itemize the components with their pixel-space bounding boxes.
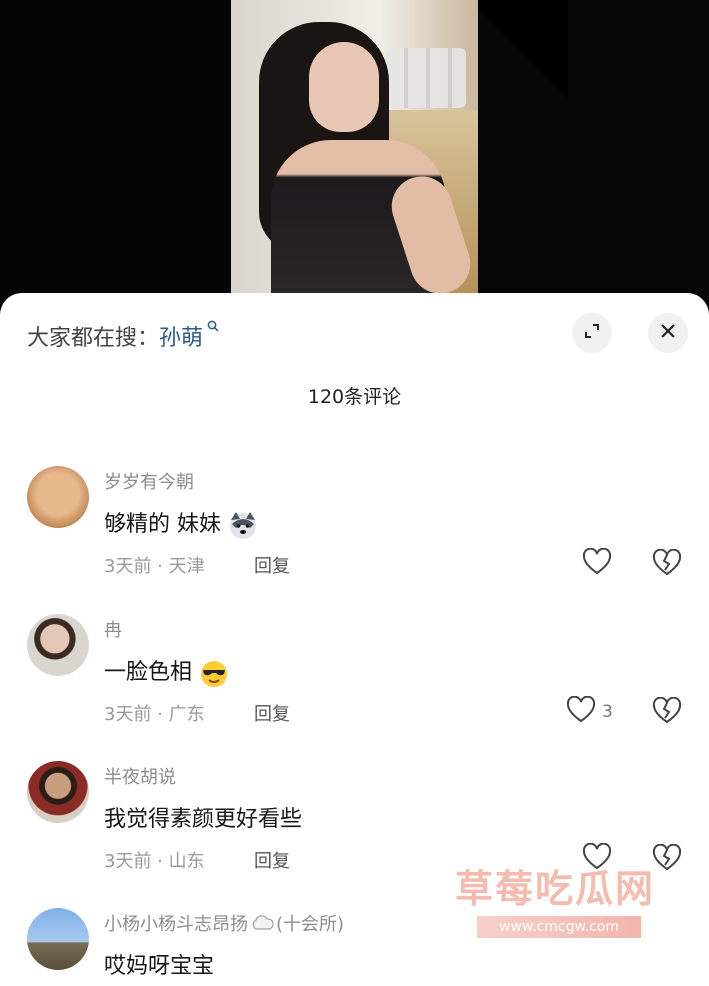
comment-text: 够精的 妹妹 (104, 506, 258, 540)
like-button[interactable] (582, 547, 618, 580)
sunglasses-emoji-icon (199, 658, 229, 688)
avatar[interactable] (27, 466, 89, 528)
comment-text-content: 够精的 妹妹 (104, 512, 221, 537)
reply-button[interactable]: 回复 (254, 700, 290, 726)
comment-text: 一脸色相 (104, 654, 229, 688)
heart-outline-icon (582, 547, 612, 580)
watermark-url: www.cmcgw.com (477, 916, 641, 938)
reply-button[interactable]: 回复 (254, 847, 290, 873)
close-button[interactable] (648, 313, 688, 353)
video-right-shade (478, 0, 709, 300)
comment-time: 3天前 (104, 704, 152, 725)
dislike-button[interactable] (652, 696, 682, 729)
video-player[interactable] (0, 0, 709, 300)
search-suggestion-keyword[interactable]: 孙萌 (159, 326, 203, 351)
search-icon (203, 320, 220, 336)
close-icon (658, 321, 678, 345)
search-suggestion-prefix: 大家都在搜： (27, 326, 160, 351)
comment-text-content: 一脸色相 (104, 660, 193, 685)
video-jars (386, 48, 466, 108)
comment-text-content: 哎妈呀宝宝 (104, 954, 215, 979)
comment-username[interactable]: 半夜胡说 (104, 763, 176, 789)
heart-outline-icon (566, 695, 596, 728)
expand-button[interactable] (572, 313, 612, 353)
video-person-face (309, 42, 379, 132)
broken-heart-icon (652, 843, 682, 876)
reply-button[interactable]: 回复 (254, 552, 290, 578)
dislike-button[interactable] (652, 548, 682, 581)
comment-time: 3天前 (104, 556, 152, 577)
comment-location: 山东 (168, 851, 205, 872)
comment-item: 岁岁有今朝 够精的 妹妹 3天前 · 天津 回复 (0, 466, 709, 606)
broken-heart-icon (652, 548, 682, 581)
comment-meta: 3天前 · 天津 (104, 552, 205, 578)
comment-username: 小杨小杨斗志昂扬 (十会所) (104, 910, 344, 936)
avatar[interactable] (27, 614, 89, 676)
comment-username[interactable]: 岁岁有今朝 (104, 468, 194, 494)
cloud-badge-icon (250, 914, 274, 936)
comment-text: 哎妈呀宝宝 (104, 948, 214, 980)
comment-username[interactable]: 冉 (104, 616, 122, 642)
avatar[interactable] (27, 908, 89, 970)
dislike-button[interactable] (652, 843, 682, 876)
comment-text: 我觉得素颜更好看些 (104, 801, 302, 833)
meta-separator: · (151, 851, 169, 872)
like-button[interactable]: 3 (566, 695, 613, 728)
comment-meta: 3天前 · 广东 (104, 700, 205, 726)
watermark-title: 草莓吃瓜网 (455, 867, 656, 911)
comment-username-text[interactable]: 小杨小杨斗志昂扬 (104, 914, 248, 935)
comment-item: 冉 一脸色相 3天前 · 广东 回复 3 (0, 614, 709, 754)
comment-meta: 3天前 · 山东 (104, 847, 205, 873)
husky-emoji-icon (228, 510, 258, 540)
avatar[interactable] (27, 761, 89, 823)
user-badge-text: (十会所) (276, 914, 345, 935)
search-suggestion[interactable]: 大家都在搜：孙萌 (27, 320, 220, 352)
like-count: 3 (602, 702, 613, 722)
meta-separator: · (151, 556, 169, 577)
comment-location: 天津 (168, 556, 205, 577)
meta-separator: · (151, 704, 169, 725)
comment-text-content: 我觉得素颜更好看些 (104, 807, 303, 832)
broken-heart-icon (652, 696, 682, 729)
video-frame[interactable] (231, 0, 479, 300)
comment-time: 3天前 (104, 851, 152, 872)
comment-count: 120条评论 (307, 386, 402, 408)
comment-location: 广东 (168, 704, 205, 725)
expand-icon (582, 321, 602, 345)
